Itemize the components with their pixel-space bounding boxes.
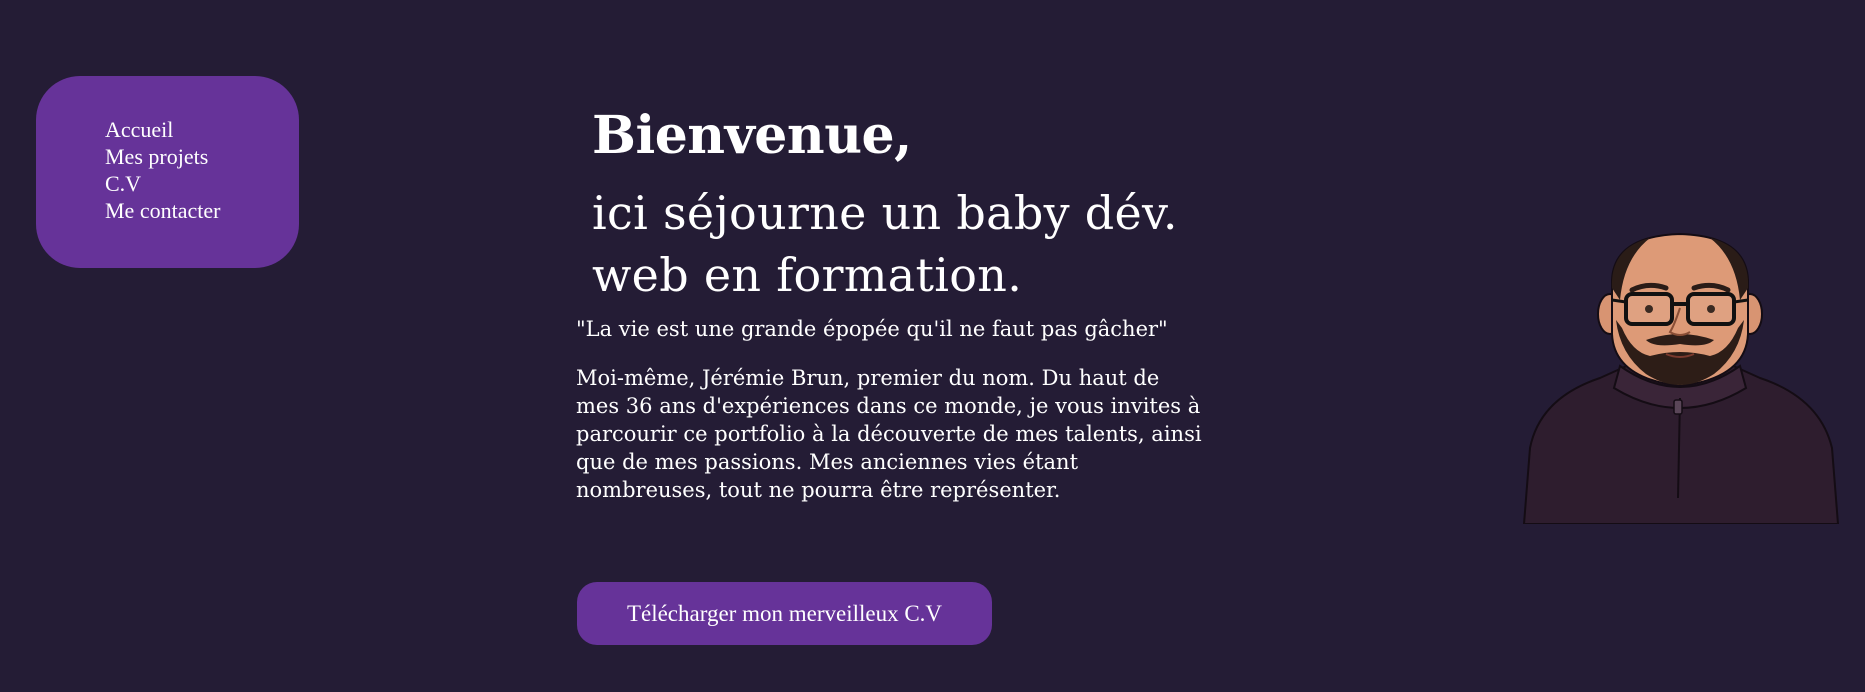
quote: "La vie est une grande épopée qu'il ne f… (576, 317, 1168, 341)
nav-item-contact: Me contacter (105, 197, 299, 224)
nav-item-accueil: Accueil (105, 116, 299, 143)
subtitle-line-1: ici séjourne un baby dév. (592, 186, 1178, 240)
page: Accueil Mes projets C.V Me contacter Bie… (0, 0, 1865, 692)
nav-list: Accueil Mes projets C.V Me contacter (105, 116, 299, 224)
nav-item-projets: Mes projets (105, 143, 299, 170)
hero-section: Bienvenue, ici séjourne un baby dév. web… (576, 100, 1236, 504)
download-cv-button[interactable]: Télécharger mon merveilleux C.V (577, 582, 992, 645)
nav-link-projets[interactable]: Mes projets (105, 143, 299, 170)
nav-link-accueil[interactable]: Accueil (105, 116, 299, 143)
subtitle-line-2: web en formation. (592, 248, 1023, 302)
page-title: Bienvenue, (592, 105, 912, 166)
avatar (1520, 228, 1840, 525)
nav-link-cv[interactable]: C.V (105, 170, 299, 197)
page-subtitle: ici séjourne un baby dév. web en formati… (592, 182, 1236, 306)
nav-menu: Accueil Mes projets C.V Me contacter (36, 76, 299, 268)
nav-link-contact[interactable]: Me contacter (105, 197, 299, 224)
nav-item-cv: C.V (105, 170, 299, 197)
intro-paragraph: Moi-même, Jérémie Brun, premier du nom. … (576, 366, 1202, 502)
cartoon-portrait-icon (1522, 232, 1840, 525)
